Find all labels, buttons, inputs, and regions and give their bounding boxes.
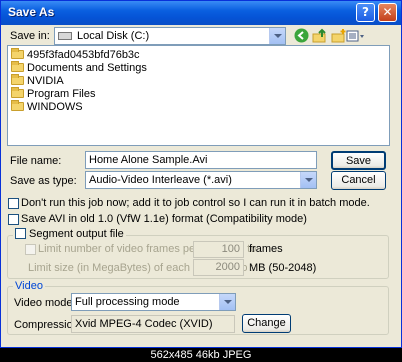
cancel-button[interactable]: Cancel — [331, 171, 386, 190]
close-button[interactable]: ✕ — [378, 3, 397, 22]
list-item[interactable]: Program Files — [11, 87, 96, 101]
chevron-down-icon[interactable] — [300, 172, 316, 188]
file-name-text: WINDOWS — [27, 101, 83, 113]
drive-icon — [58, 32, 72, 40]
folder-icon — [11, 100, 24, 111]
new-folder-icon[interactable] — [331, 28, 347, 44]
file-name-text: 495f3fad0453bfd76b3c — [27, 49, 140, 61]
save-in-label: Save in: — [10, 30, 50, 42]
list-item[interactable]: Documents and Settings — [11, 61, 147, 75]
list-item[interactable]: WINDOWS — [11, 100, 83, 114]
limit-frames-unit: frames — [249, 243, 283, 255]
folder-icon — [11, 48, 24, 59]
file-name-input[interactable]: Home Alone Sample.Avi — [85, 151, 317, 169]
video-mode-label: Video mode : — [14, 297, 79, 309]
compression-field: Xvid MPEG-4 Codec (XVID) — [71, 315, 235, 333]
limit-frames-input[interactable]: 100 — [193, 241, 244, 258]
save-old-format-checkbox[interactable] — [8, 214, 19, 225]
image-info-bar: 562x485 46kb JPEG — [0, 348, 402, 362]
save-in-dropdown[interactable]: Local Disk (C:) — [54, 27, 286, 45]
save-as-dialog: Save As ? ✕ Save in: Local Disk (C:) 495… — [0, 0, 402, 348]
video-mode-dropdown[interactable]: Full processing mode — [71, 293, 236, 311]
dont-run-label: Don't run this job now; add it to job co… — [21, 197, 370, 209]
segment-group-header: Segment output file — [13, 228, 126, 240]
back-icon[interactable] — [293, 28, 309, 44]
window-title: Save As — [8, 5, 55, 19]
save-as-type-value: Audio-Video Interleave (*.avi) — [89, 174, 232, 186]
change-button[interactable]: Change — [242, 314, 291, 333]
limit-frames-checkbox[interactable] — [25, 244, 36, 255]
file-list[interactable]: 495f3fad0453bfd76b3c Documents and Settin… — [7, 45, 390, 146]
file-name-label: File name: — [10, 155, 62, 167]
segment-output-label: Segment output file — [29, 228, 124, 240]
folder-icon — [11, 74, 24, 85]
chevron-down-icon[interactable] — [269, 28, 285, 44]
video-mode-value: Full processing mode — [75, 296, 180, 308]
list-item[interactable]: 495f3fad0453bfd76b3c — [11, 48, 140, 62]
help-button[interactable]: ? — [356, 3, 375, 22]
views-icon[interactable] — [346, 28, 366, 44]
save-in-value: Local Disk (C:) — [77, 30, 150, 42]
file-name-text: NVIDIA — [27, 75, 64, 87]
save-button[interactable]: Save — [331, 151, 386, 170]
video-group-label: Video — [13, 280, 45, 292]
save-as-type-dropdown[interactable]: Audio-Video Interleave (*.avi) — [85, 171, 317, 189]
title-bar[interactable]: Save As ? ✕ — [1, 1, 401, 25]
up-folder-icon[interactable] — [312, 28, 328, 44]
folder-icon — [11, 87, 24, 98]
save-old-format-label: Save AVI in old 1.0 (VfW 1.1e) format (C… — [21, 213, 307, 225]
save-as-type-label: Save as type: — [10, 175, 77, 187]
file-name-text: Documents and Settings — [27, 62, 147, 74]
segment-output-checkbox[interactable] — [15, 228, 26, 239]
file-name-text: Program Files — [27, 88, 96, 100]
limit-size-unit: MB (50-2048) — [249, 262, 317, 274]
chevron-down-icon[interactable] — [219, 294, 235, 310]
limit-size-input[interactable]: 2000 — [193, 259, 244, 276]
folder-icon — [11, 61, 24, 72]
dont-run-checkbox[interactable] — [8, 198, 19, 209]
